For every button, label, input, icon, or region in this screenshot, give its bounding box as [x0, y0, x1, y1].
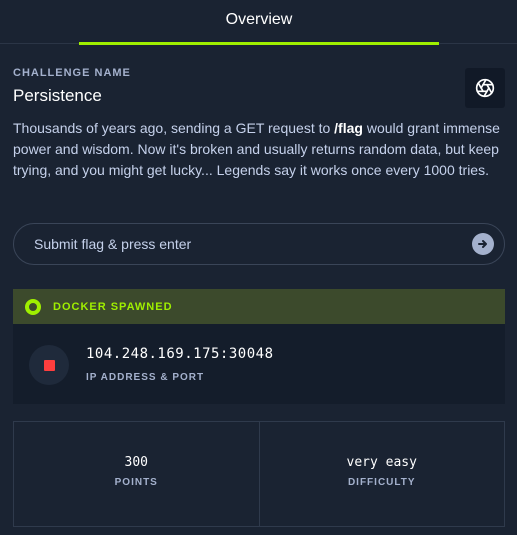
challenge-name-heading: CHALLENGE NAME [13, 67, 131, 79]
difficulty-label: DIFFICULTY [347, 477, 416, 488]
difficulty-value: very easy [346, 455, 417, 470]
stop-icon [43, 359, 55, 371]
description-text: Thousands of years ago, sending a GET re… [13, 120, 335, 136]
stat-points: 300 POINTS [14, 422, 259, 526]
ip-address-label: IP ADDRESS & PORT [86, 372, 205, 383]
stat-difficulty: very easy DIFFICULTY [258, 422, 505, 526]
points-value: 300 [124, 455, 148, 470]
ip-address: 104.248.169.175:30048 [86, 346, 274, 362]
arrow-right-icon [478, 240, 487, 248]
challenge-description: Thousands of years ago, sending a GET re… [13, 118, 508, 181]
challenge-logo [465, 68, 505, 108]
flag-endpoint: /flag [334, 120, 363, 136]
challenge-title: Persistence [13, 86, 102, 105]
active-tab-indicator [79, 42, 439, 45]
docker-status-label: DOCKER SPAWNED [53, 300, 173, 313]
tab-overview[interactable]: Overview [79, 0, 439, 45]
tab-overview-label: Overview [225, 11, 293, 28]
submit-flag-button[interactable] [472, 233, 494, 255]
flag-input[interactable] [14, 224, 454, 264]
aperture-icon [475, 78, 495, 98]
points-label: POINTS [114, 477, 158, 488]
tab-bar: Overview [0, 0, 517, 45]
flag-input-container [13, 223, 505, 265]
instance-panel: 104.248.169.175:30048 IP ADDRESS & PORT [13, 324, 505, 404]
docker-status-banner: DOCKER SPAWNED [13, 289, 505, 324]
stop-instance-button[interactable] [29, 345, 69, 385]
status-indicator-icon [25, 298, 41, 315]
challenge-stats: 300 POINTS very easy DIFFICULTY [13, 421, 505, 527]
